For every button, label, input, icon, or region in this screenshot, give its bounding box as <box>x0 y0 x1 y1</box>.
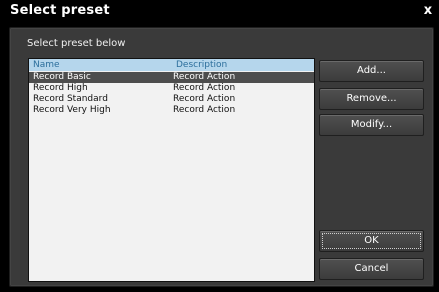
preset-name: Record Standard <box>33 94 108 104</box>
list-item[interactable]: Record Basic Record Action <box>29 72 314 83</box>
modify-button[interactable]: Modify... <box>319 114 424 136</box>
preset-description: Record Action <box>173 94 236 104</box>
remove-button[interactable]: Remove... <box>319 88 424 110</box>
column-header-description[interactable]: Description <box>176 59 227 71</box>
list-header: Name Description <box>29 59 314 71</box>
ok-label: OK <box>364 235 379 246</box>
preset-name: Record Basic <box>33 72 91 82</box>
title-bar[interactable]: Select preset x <box>0 0 439 24</box>
dialog-window: Select preset x Select preset below Name… <box>0 0 439 292</box>
close-icon[interactable]: x <box>421 3 435 19</box>
preset-name: Record High <box>33 83 88 93</box>
add-button[interactable]: Add... <box>319 60 424 82</box>
preset-description: Record Action <box>173 83 236 93</box>
instructions-label: Select preset below <box>27 38 126 49</box>
list-item[interactable]: Record Very High Record Action <box>29 105 314 116</box>
preset-list[interactable]: Name Description Record Basic Record Act… <box>28 58 315 282</box>
cancel-button[interactable]: Cancel <box>319 258 424 280</box>
ok-button[interactable]: OK <box>319 230 424 252</box>
preset-name: Record Very High <box>33 105 111 115</box>
preset-description: Record Action <box>173 72 236 82</box>
preset-description: Record Action <box>173 105 236 115</box>
list-body: Record Basic Record Action Record High R… <box>29 72 314 116</box>
list-item[interactable]: Record Standard Record Action <box>29 94 314 105</box>
window-title: Select preset <box>10 3 110 18</box>
column-header-name[interactable]: Name <box>33 59 60 71</box>
list-item[interactable]: Record High Record Action <box>29 83 314 94</box>
dialog-body: Select preset below Name Description Rec… <box>9 27 434 287</box>
